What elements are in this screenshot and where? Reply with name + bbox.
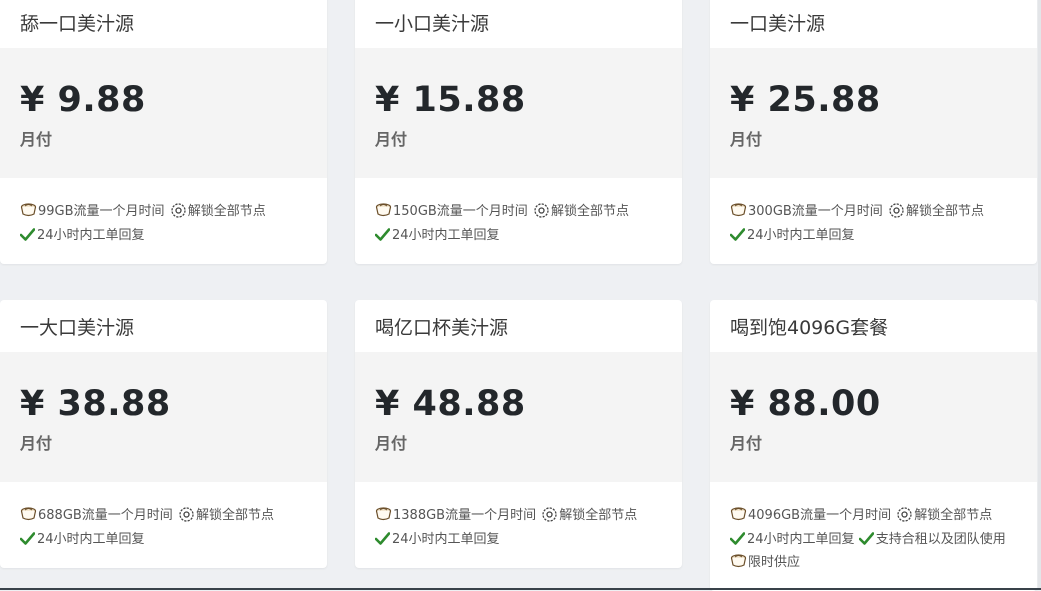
feature-text: 24小时内工单回复: [392, 532, 500, 547]
plan-card[interactable]: 喝到饱4096G套餐 ¥ 88.00 月付 4096GB流量一个月时间 解锁全部…: [710, 300, 1037, 591]
feature-text: 解锁全部节点: [905, 204, 984, 219]
price-panel: ¥ 48.88 月付: [355, 352, 682, 482]
price-panel: ¥ 9.88 月付: [0, 48, 327, 178]
feature-text: 24小时内工单回复: [37, 228, 145, 243]
billing-period: 月付: [730, 434, 763, 453]
plan-name: 喝亿口杯美汁源: [375, 316, 509, 339]
tea-icon: [730, 553, 747, 575]
feature-text: 解锁全部节点: [914, 508, 993, 523]
plan-name: 一口美汁源: [730, 12, 826, 35]
feature-text: 24小时内工单回复: [747, 532, 855, 547]
feature-text: 支持合租以及团队使用: [875, 532, 1006, 547]
plan-card[interactable]: 喝亿口杯美汁源 ¥ 48.88 月付 1388GB流量一个月时间 解锁全部节点 …: [355, 300, 682, 568]
feature-text: 解锁全部节点: [187, 204, 266, 219]
plan-name: 一小口美汁源: [375, 12, 490, 35]
plan-card[interactable]: 一小口美汁源 ¥ 15.88 月付 150GB流量一个月时间 解锁全部节点 24…: [355, 0, 682, 264]
price-panel: ¥ 25.88 月付: [710, 48, 1037, 178]
feature-text: 解锁全部节点: [195, 508, 274, 523]
gear-icon: [897, 507, 912, 529]
check-icon: [374, 531, 391, 552]
gear-icon: [889, 203, 904, 225]
feature-text: 300GB流量一个月时间: [748, 204, 883, 219]
feature-text: 4096GB流量一个月时间: [748, 508, 892, 523]
plan-price: ¥ 25.88: [730, 80, 881, 120]
plan-name: 舔一口美汁源: [20, 12, 135, 35]
billing-period: 月付: [20, 434, 53, 453]
gear-icon: [171, 203, 186, 225]
tea-icon: [730, 506, 747, 528]
feature-list: 688GB流量一个月时间 解锁全部节点 24小时内工单回复: [0, 482, 327, 568]
plan-name: 喝到饱4096G套餐: [730, 316, 889, 339]
tea-icon: [375, 202, 392, 224]
feature-list: 1388GB流量一个月时间 解锁全部节点 24小时内工单回复: [355, 482, 682, 568]
billing-period: 月付: [375, 130, 408, 149]
feature-list: 300GB流量一个月时间 解锁全部节点 24小时内工单回复: [710, 178, 1037, 264]
feature-text: 688GB流量一个月时间: [38, 508, 173, 523]
feature-list: 4096GB流量一个月时间 解锁全部节点 24小时内工单回复 支持合租以及团队使…: [710, 482, 1037, 591]
price-panel: ¥ 88.00 月付: [710, 352, 1037, 482]
feature-text: 限时供应: [748, 555, 801, 570]
feature-text: 24小时内工单回复: [747, 228, 855, 243]
feature-text: 解锁全部节点: [550, 204, 629, 219]
feature-text: 1388GB流量一个月时间: [393, 508, 537, 523]
plan-price: ¥ 48.88: [375, 384, 526, 424]
tea-icon: [20, 202, 37, 224]
check-icon: [729, 531, 746, 552]
check-icon: [729, 227, 746, 248]
tea-icon: [375, 506, 392, 528]
tea-icon: [730, 202, 747, 224]
price-panel: ¥ 15.88 月付: [355, 48, 682, 178]
check-icon: [19, 531, 36, 552]
tea-icon: [20, 506, 37, 528]
plan-price: ¥ 88.00: [730, 384, 881, 424]
feature-text: 24小时内工单回复: [37, 532, 145, 547]
plan-price: ¥ 15.88: [375, 80, 526, 120]
feature-text: 150GB流量一个月时间: [393, 204, 528, 219]
plan-card[interactable]: 舔一口美汁源 ¥ 9.88 月付 99GB流量一个月时间 解锁全部节点 24小时…: [0, 0, 327, 264]
feature-text: 解锁全部节点: [559, 508, 638, 523]
plan-card[interactable]: 一口美汁源 ¥ 25.88 月付 300GB流量一个月时间 解锁全部节点 24小…: [710, 0, 1037, 264]
plan-name: 一大口美汁源: [20, 316, 135, 339]
feature-list: 150GB流量一个月时间 解锁全部节点 24小时内工单回复: [355, 178, 682, 264]
billing-period: 月付: [730, 130, 763, 149]
price-panel: ¥ 38.88 月付: [0, 352, 327, 482]
plan-price: ¥ 9.88: [20, 80, 146, 120]
check-icon: [858, 531, 874, 552]
plan-price: ¥ 38.88: [20, 384, 171, 424]
check-icon: [19, 227, 36, 248]
gear-icon: [179, 507, 194, 529]
feature-text: 99GB流量一个月时间: [38, 204, 165, 219]
check-icon: [374, 227, 391, 248]
plan-card[interactable]: 一大口美汁源 ¥ 38.88 月付 688GB流量一个月时间 解锁全部节点 24…: [0, 300, 327, 568]
gear-icon: [534, 203, 549, 225]
billing-period: 月付: [375, 434, 408, 453]
feature-text: 24小时内工单回复: [392, 228, 500, 243]
gear-icon: [542, 507, 557, 529]
billing-period: 月付: [20, 130, 53, 149]
feature-list: 99GB流量一个月时间 解锁全部节点 24小时内工单回复: [0, 178, 327, 264]
